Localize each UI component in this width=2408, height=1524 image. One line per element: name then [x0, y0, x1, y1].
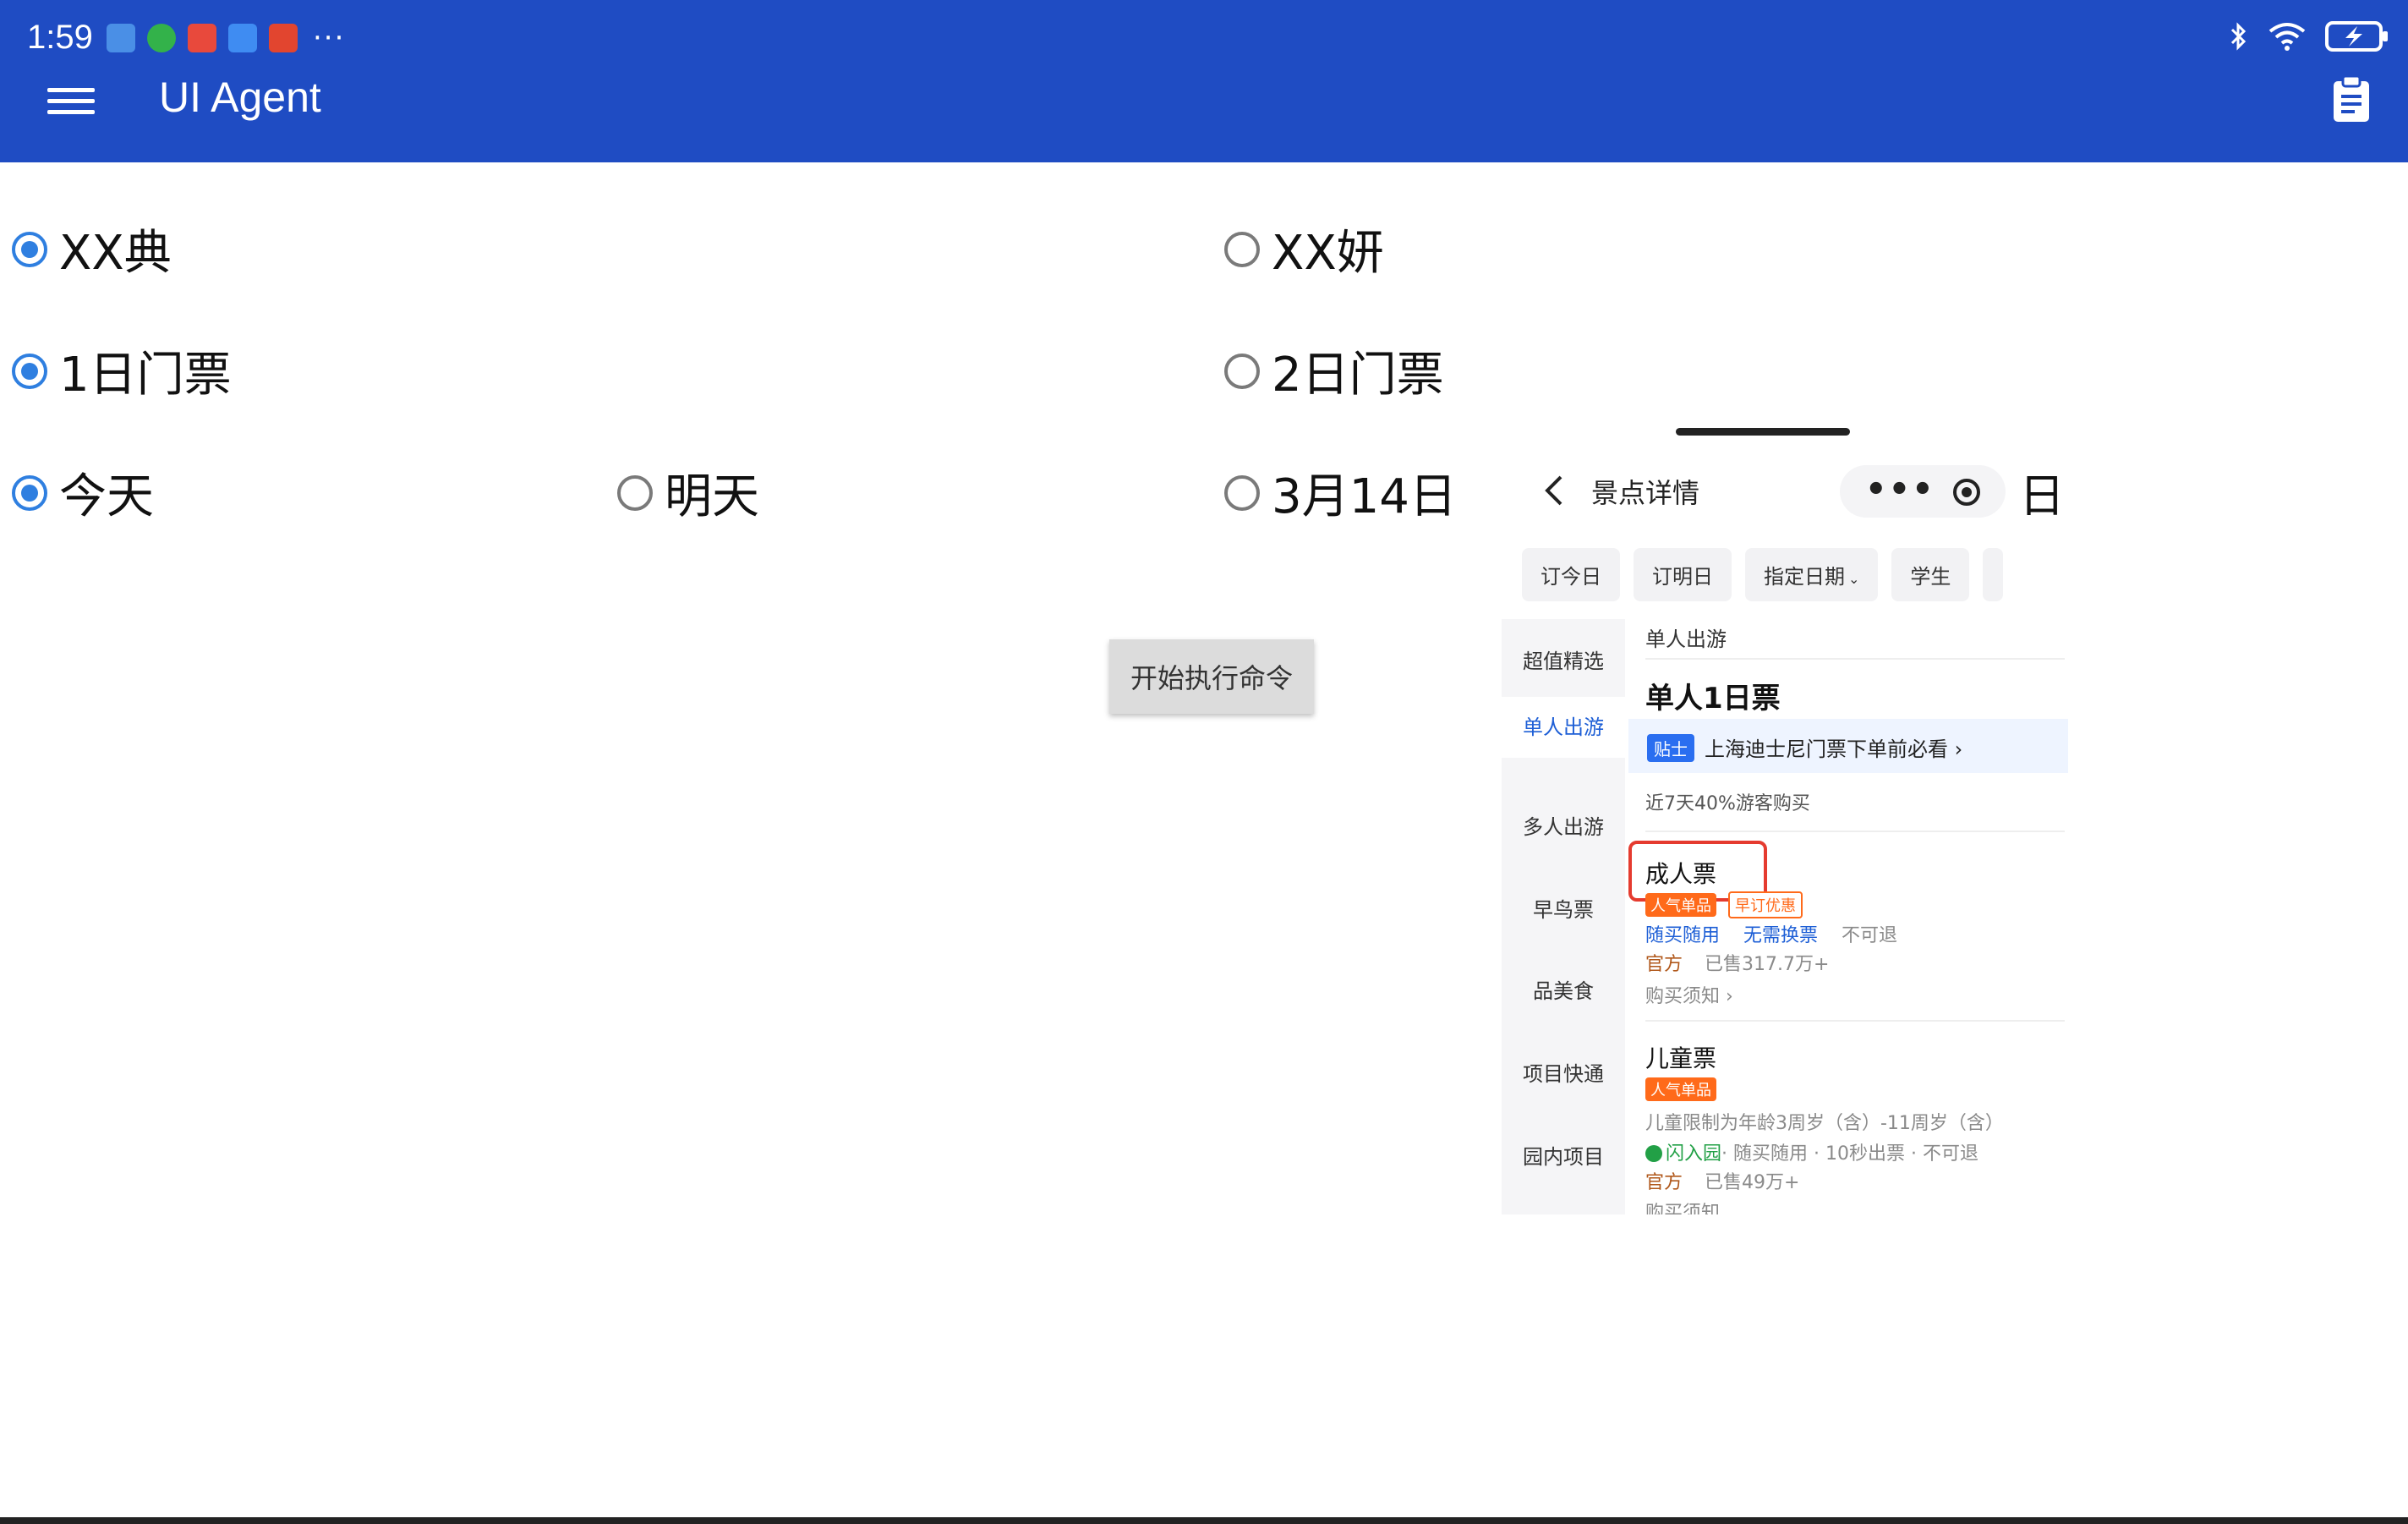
tag-popular: 人气单品 [1645, 1077, 1716, 1101]
option-date-mar14[interactable]: 3月14日 [1224, 458, 1457, 527]
sidebar-item-value-picks[interactable]: 超值精选 [1502, 644, 1625, 674]
back-arrow-icon[interactable] [1542, 474, 1568, 507]
bluetooth-icon [2230, 22, 2247, 51]
status-time: 1:59 [27, 19, 93, 56]
miniapp-nav-bar: 景点详情 ••• 日 [1502, 458, 2068, 523]
chip-overflow [1983, 548, 2004, 601]
adult-ticket-name[interactable]: 成人票 [1645, 856, 1716, 890]
product-list: 单人出游 单人1日票 贴士 上海迪士尼门票下单前必看 › 近7天40%游客购买 … [1625, 619, 2068, 1214]
close-target-icon[interactable] [1953, 479, 1980, 506]
nav-extra-text: 日 [2019, 469, 2065, 523]
category-sidebar: 超值精选 单人出游 多人出游 早鸟票 品美食 项目快通 园内项目 [1502, 619, 1625, 1214]
purchase-notice-link[interactable]: 购买须知 [1645, 1198, 1720, 1214]
feature-anytime: 随买随用 [1645, 925, 1721, 946]
app-bar: 1:59 ··· UI Agent [0, 0, 2408, 162]
tag-popular: 人气单品 [1645, 893, 1716, 917]
bottom-edge [0, 1517, 2408, 1524]
menu-hamburger-icon[interactable] [47, 81, 95, 118]
option-label: 明天 [665, 469, 759, 524]
red-app-icon [188, 24, 216, 52]
official-label: 官方 [1645, 954, 1683, 975]
sidebar-item-group[interactable]: 多人出游 [1502, 810, 1625, 840]
radio-selected-icon [12, 474, 47, 511]
sidebar-item-fast-pass[interactable]: 项目快通 [1502, 1057, 1625, 1087]
start-command-button[interactable]: 开始执行命令 [1109, 639, 1314, 714]
divider [1645, 1020, 2065, 1022]
sidebar-item-single[interactable]: 单人出游 [1502, 697, 1625, 758]
radio-selected-icon [12, 231, 47, 267]
more-notifications-icon: ··· [313, 21, 346, 55]
option-label: 今天 [59, 469, 154, 524]
orange-app-icon [269, 24, 298, 52]
wifi-icon [2268, 23, 2306, 51]
battery-charging-icon [2325, 21, 2388, 52]
tip-badge: 贴士 [1647, 734, 1694, 762]
system-status-icons [2229, 20, 2389, 52]
sidebar-item-park-items[interactable]: 园内项目 [1502, 1140, 1625, 1170]
clock-icon [1645, 1145, 1662, 1162]
tip-banner[interactable]: 贴士 上海迪士尼门票下单前必看 › [1628, 719, 2068, 773]
child-ticket-name[interactable]: 儿童票 [1645, 1040, 1716, 1074]
section-header: 单人出游 [1645, 628, 1727, 651]
green-app-icon [147, 24, 176, 52]
chip-today[interactable]: 订今日 [1522, 548, 1620, 601]
option-date-today[interactable]: 今天 [12, 458, 154, 527]
nav-title: 景点详情 [1591, 477, 1700, 509]
option-label: 3月14日 [1272, 469, 1457, 524]
phone-screenshot-preview: 景点详情 ••• 日 订今日 订明日 指定日期 ⌄ 学生 超值精选 单人出游 多人… [1502, 419, 2068, 1214]
option-ticket-1day[interactable]: 1日门票 [12, 337, 232, 405]
chip-date-label: 指定日期 [1764, 565, 1845, 589]
radio-unselected-icon [1224, 474, 1260, 511]
chip-date[interactable]: 指定日期 ⌄ [1745, 548, 1879, 601]
sold-count: 已售49万+ [1705, 1172, 1800, 1193]
popularity-text: 近7天40%游客购买 [1645, 793, 1810, 814]
option-product-1[interactable]: XX典 [12, 215, 172, 283]
product-title: 单人1日票 [1645, 682, 1781, 715]
purchase-notice-link[interactable]: 购买须知 › [1645, 981, 1733, 1008]
option-label: XX妍 [1272, 226, 1384, 281]
divider [1645, 831, 2065, 832]
radio-selected-icon [12, 353, 47, 389]
child-restriction: 儿童限制为年龄3周岁（含）-11周岁（含） [1645, 1113, 2004, 1134]
usb-notification-icon [107, 24, 135, 52]
radio-unselected-icon [1224, 231, 1260, 267]
sold-count: 已售317.7万+ [1705, 954, 1830, 975]
option-product-2[interactable]: XX妍 [1224, 215, 1384, 283]
drag-handle [1676, 428, 1850, 436]
flash-entry: 闪入园 [1666, 1143, 1722, 1165]
child-feature-list: · 随买随用 · 10秒出票 · 不可退 [1721, 1143, 1978, 1165]
chip-tomorrow[interactable]: 订明日 [1634, 548, 1732, 601]
blue-app-icon [228, 24, 257, 52]
miniapp-capsule: ••• [1840, 465, 2006, 518]
sidebar-item-food[interactable]: 品美食 [1502, 974, 1625, 1004]
child-features: 闪入园· 随买随用 · 10秒出票 · 不可退 [1645, 1138, 1978, 1165]
radio-unselected-icon [1224, 353, 1260, 389]
option-label: 2日门票 [1272, 348, 1444, 403]
feature-non-refundable: 不可退 [1842, 925, 1898, 946]
chip-student[interactable]: 学生 [1891, 548, 1970, 601]
option-date-tomorrow[interactable]: 明天 [617, 458, 759, 527]
option-label: 1日门票 [59, 348, 232, 403]
more-dots-icon[interactable]: ••• [1865, 470, 1935, 509]
tip-text: 上海迪士尼门票下单前必看 › [1705, 737, 1963, 761]
official-label: 官方 [1645, 1172, 1683, 1193]
option-label: XX典 [59, 226, 172, 281]
radio-unselected-icon [617, 474, 653, 511]
clipboard-icon[interactable] [2330, 74, 2372, 123]
status-notification-icons: ··· [107, 24, 345, 52]
feature-no-exchange: 无需换票 [1743, 925, 1819, 946]
sidebar-item-early-bird[interactable]: 早鸟票 [1502, 893, 1625, 923]
divider [1645, 658, 2065, 660]
app-title: UI Agent [159, 74, 321, 121]
tag-early-discount: 早订优惠 [1728, 891, 1803, 918]
option-ticket-2day[interactable]: 2日门票 [1224, 337, 1444, 405]
filter-chips: 订今日 订明日 指定日期 ⌄ 学生 [1522, 548, 2004, 601]
chevron-down-icon: ⌄ [1848, 571, 1860, 587]
